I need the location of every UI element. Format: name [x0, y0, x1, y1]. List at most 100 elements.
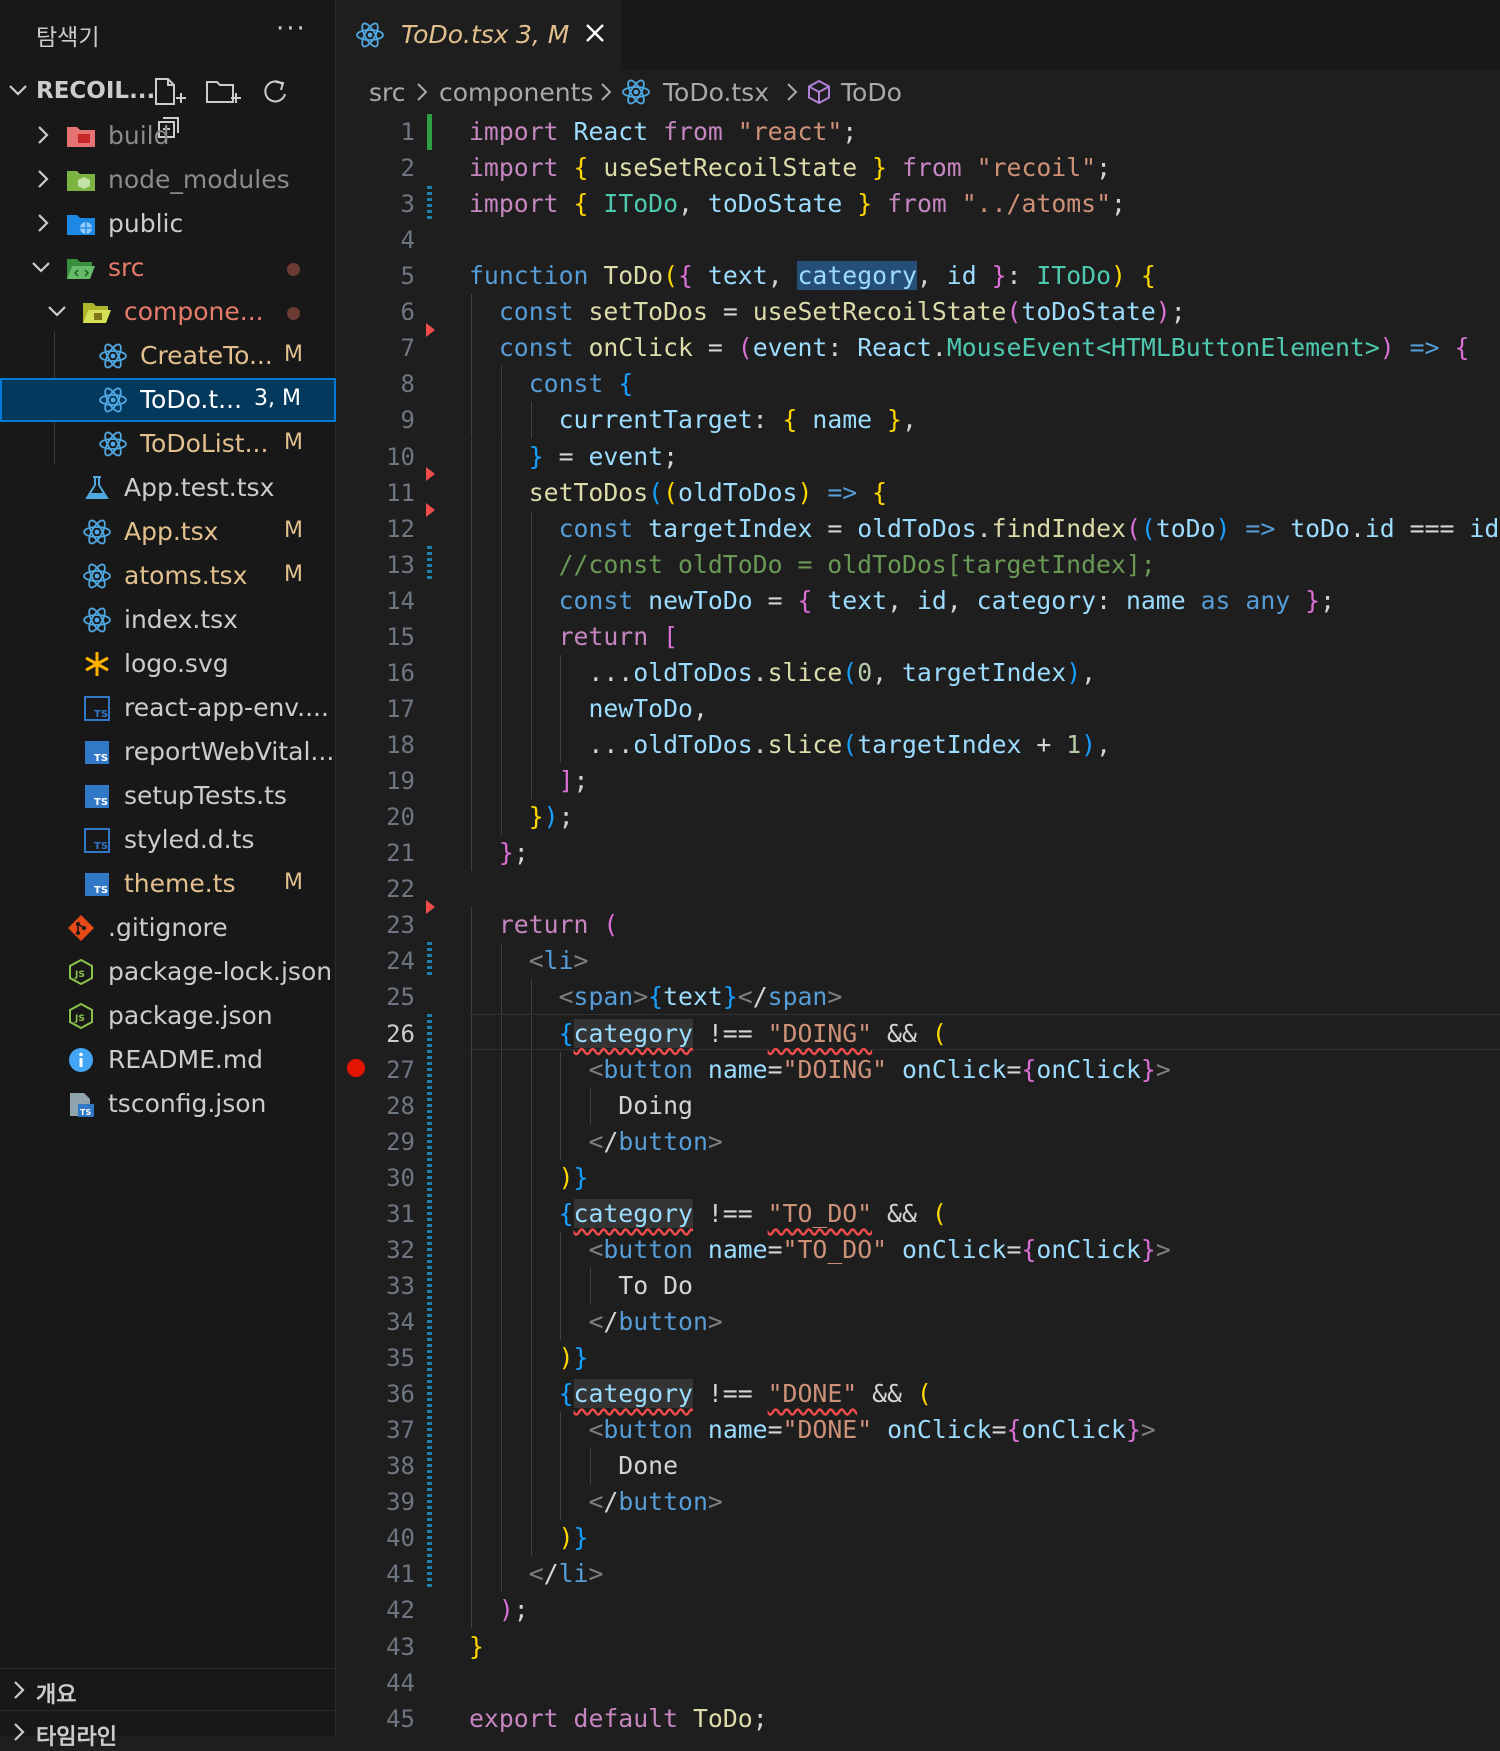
- react-file-icon: [622, 79, 650, 105]
- new-file-icon[interactable]: [150, 76, 198, 108]
- git-added-marker: [427, 114, 432, 150]
- line-number: 14: [386, 586, 415, 615]
- tree-item-logo[interactable]: logo.svg: [0, 642, 336, 686]
- tree-item-src[interactable]: src: [0, 246, 336, 290]
- react-file-icon: [99, 387, 127, 413]
- line-number: 23: [386, 911, 415, 940]
- tree-item-label: App.tsx: [124, 517, 219, 546]
- timeline-section-header[interactable]: 타임라인: [0, 1710, 336, 1751]
- code-line: </button>: [588, 1306, 723, 1336]
- tree-item-label: src: [108, 253, 145, 282]
- line-number: 29: [386, 1127, 415, 1156]
- tree-item-label: ToDo.t...: [140, 385, 243, 414]
- code-line: const targetIndex = oldToDos.findIndex((…: [558, 513, 1500, 543]
- code-line: Doing: [469, 1090, 693, 1120]
- code-line: <button name="TO_DO" onClick={onClick}>: [588, 1234, 1171, 1264]
- line-number: 45: [386, 1704, 415, 1733]
- tree-item-todo[interactable]: ToDo.t... 3, M: [0, 378, 336, 422]
- project-header[interactable]: RECOIL...: [0, 72, 336, 138]
- project-name: RECOIL...: [36, 78, 156, 104]
- tree-item-tsconfig[interactable]: TS tsconfig.json: [0, 1082, 336, 1126]
- timeline-label: 타임라인: [36, 1725, 117, 1750]
- code-line: return [: [558, 621, 679, 651]
- svg-text:TS: TS: [94, 709, 108, 720]
- tree-item-report-web-vitals[interactable]: TS reportWebVital...: [0, 730, 336, 774]
- react-file-icon: [83, 563, 111, 589]
- svg-text:TS: TS: [94, 797, 108, 808]
- tab-todo-tsx[interactable]: ToDo.tsx 3, M: [337, 0, 621, 70]
- tree-item-components[interactable]: compone...: [0, 290, 336, 334]
- code-line: ...oldToDos.slice(0, targetIndex),: [469, 657, 1097, 687]
- code-editor[interactable]: import React from "react"; import { useSe…: [469, 114, 1500, 1736]
- modified-dot: [287, 307, 300, 320]
- ellipsis-icon[interactable]: ···: [276, 14, 307, 44]
- tree-item-app-test[interactable]: App.test.tsx: [0, 466, 336, 510]
- line-number: 10: [386, 442, 415, 471]
- tree-item-index[interactable]: index.tsx: [0, 598, 336, 642]
- line-number: 1: [400, 118, 415, 146]
- new-folder-icon[interactable]: [203, 76, 251, 108]
- line-number: 25: [386, 983, 415, 1012]
- refresh-icon[interactable]: [256, 76, 304, 108]
- git-deleted-marker: [426, 503, 435, 517]
- chevron-right-icon: [417, 83, 428, 101]
- breadcrumb-file[interactable]: ToDo.tsx: [663, 78, 769, 107]
- outline-section-header[interactable]: 개요: [0, 1668, 336, 1709]
- code-line: import { IToDo, toDoState } from "../ato…: [469, 189, 1126, 219]
- tree-item-package-lock[interactable]: JS package-lock.json: [0, 950, 336, 994]
- tree-item-public[interactable]: public: [0, 202, 336, 246]
- folder-public-icon: [67, 215, 95, 235]
- nodejs-icon: JS: [69, 1002, 93, 1030]
- tree-item-setup-tests[interactable]: TS setupTests.ts: [0, 774, 336, 818]
- tree-item-label: package-lock.json: [108, 957, 333, 986]
- tree-item-react-app-env[interactable]: TS react-app-env....: [0, 686, 336, 730]
- tree-item-label: App.test.tsx: [124, 473, 275, 502]
- tree-item-createtodo[interactable]: CreateTo... M: [0, 334, 336, 378]
- code-line: <span>{text}</span>: [558, 982, 843, 1012]
- code-line: //const oldToDo = oldToDos[targetIndex];: [558, 549, 1156, 579]
- line-number: 43: [386, 1632, 415, 1661]
- tree-item-label: styled.d.ts: [124, 825, 255, 854]
- git-modified-marker: [427, 186, 432, 222]
- breadcrumb-symbol[interactable]: ToDo: [841, 78, 902, 107]
- tree-item-todolist[interactable]: ToDoList... M: [0, 422, 336, 466]
- line-number: 16: [386, 658, 415, 687]
- tree-item-label: atoms.tsx: [124, 561, 248, 590]
- modified-dot: [287, 263, 300, 276]
- close-icon[interactable]: [581, 18, 609, 48]
- line-number: 30: [386, 1163, 415, 1192]
- tree-item-node-modules[interactable]: node_modules: [0, 158, 336, 202]
- tree-item-label: public: [108, 209, 184, 238]
- code-line: return (: [498, 910, 619, 940]
- test-flask-icon: [85, 476, 109, 499]
- chevron-right-icon: [601, 83, 612, 101]
- code-line: <button name="DONE" onClick={onClick}>: [588, 1415, 1156, 1445]
- tree-item-build[interactable]: build: [0, 114, 336, 158]
- breakpoint-dot[interactable]: [347, 1059, 365, 1077]
- tree-item-atoms[interactable]: atoms.tsx M: [0, 554, 336, 598]
- breadcrumb-src[interactable]: src: [369, 78, 406, 107]
- git-deleted-marker: [426, 467, 435, 481]
- git-deleted-marker: [426, 323, 435, 337]
- react-file-icon: [83, 607, 111, 633]
- code-line: });: [528, 802, 574, 832]
- breadcrumb-components[interactable]: components: [439, 78, 593, 107]
- code-line: import React from "react";: [469, 117, 858, 146]
- code-line: function ToDo({ text, category, id }: IT…: [469, 261, 1156, 291]
- tree-item-readme[interactable]: README.md: [0, 1038, 336, 1082]
- line-number: 11: [386, 478, 415, 507]
- line-number: 38: [386, 1452, 415, 1481]
- tree-item-package-json[interactable]: JS package.json: [0, 994, 336, 1038]
- line-number: 3: [400, 190, 415, 219]
- tree-item-label: node_modules: [108, 165, 290, 194]
- line-number: 26: [386, 1019, 415, 1048]
- tsconfig-icon: TS: [70, 1093, 94, 1117]
- tree-item-styled-d[interactable]: TS styled.d.ts: [0, 818, 336, 862]
- tree-item-theme[interactable]: TS theme.ts M: [0, 862, 336, 906]
- git-modified-marker: [427, 546, 432, 582]
- code-line: }: [469, 1631, 484, 1661]
- tree-item-gitignore[interactable]: .gitignore: [0, 906, 336, 950]
- tree-item-app[interactable]: App.tsx M: [0, 510, 336, 554]
- typescript-def-icon: TS: [84, 828, 110, 853]
- line-number: 18: [386, 731, 415, 760]
